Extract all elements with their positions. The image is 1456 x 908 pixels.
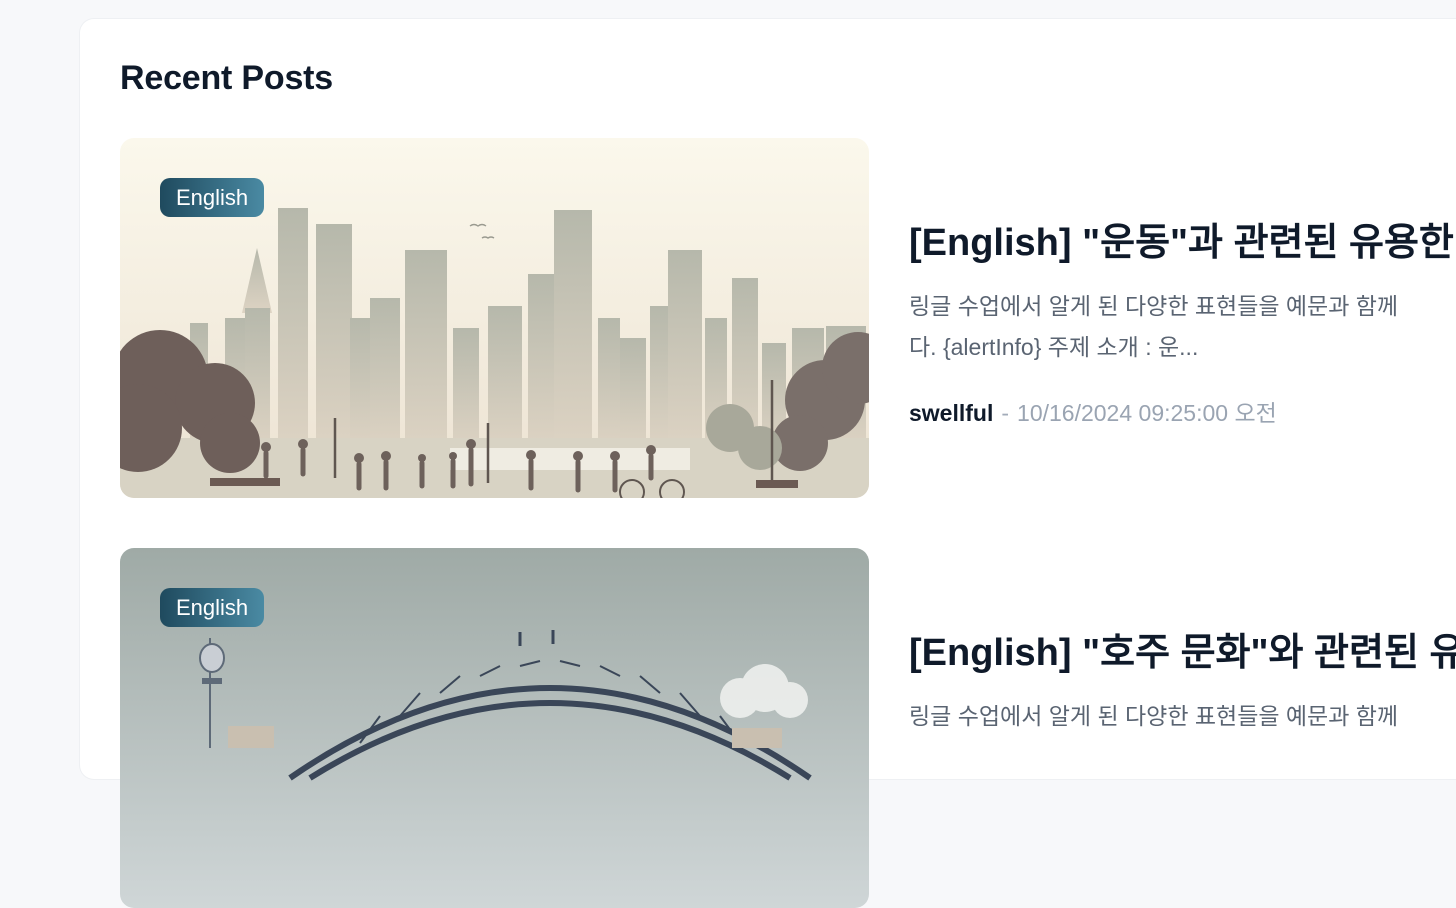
excerpt-line: 다. {alertInfo} 주제 소개 : 운... [909,334,1199,360]
meta-separator: - [1001,400,1010,426]
excerpt-line: 링글 수업에서 알게 된 다양한 표현들을 예문과 함께 [909,293,1399,319]
post-item[interactable]: English [English] "운동"과 관련된 유용한 링글 수업에서 … [120,138,1456,498]
category-badge[interactable]: English [160,588,265,627]
post-date: 10/16/2024 09:25:00 오전 [1017,400,1277,426]
author-name[interactable]: swellful [909,400,993,426]
recent-posts-card: Recent Posts English [English] "운동"과 관련된… [80,19,1456,908]
post-excerpt: 링글 수업에서 알게 된 다양한 표현들을 예문과 함께 [909,696,1456,737]
post-thumbnail[interactable]: English [120,548,869,908]
post-meta: swellful -10/16/2024 09:25:00 오전 [909,394,1277,428]
post-title[interactable]: [English] "호주 문화"와 관련된 유 [909,621,1456,676]
post-excerpt: 링글 수업에서 알게 된 다양한 표현들을 예문과 함께 다. {alertIn… [909,286,1456,368]
section-title: Recent Posts [120,59,334,97]
excerpt-line: 링글 수업에서 알게 된 다양한 표현들을 예문과 함께 [909,703,1399,729]
post-title[interactable]: [English] "운동"과 관련된 유용한 [909,211,1454,266]
post-thumbnail[interactable]: English [120,138,869,498]
category-badge[interactable]: English [160,178,265,217]
post-item[interactable]: English [English] "호주 문화"와 관련된 유 링글 수업에서… [120,548,1456,908]
